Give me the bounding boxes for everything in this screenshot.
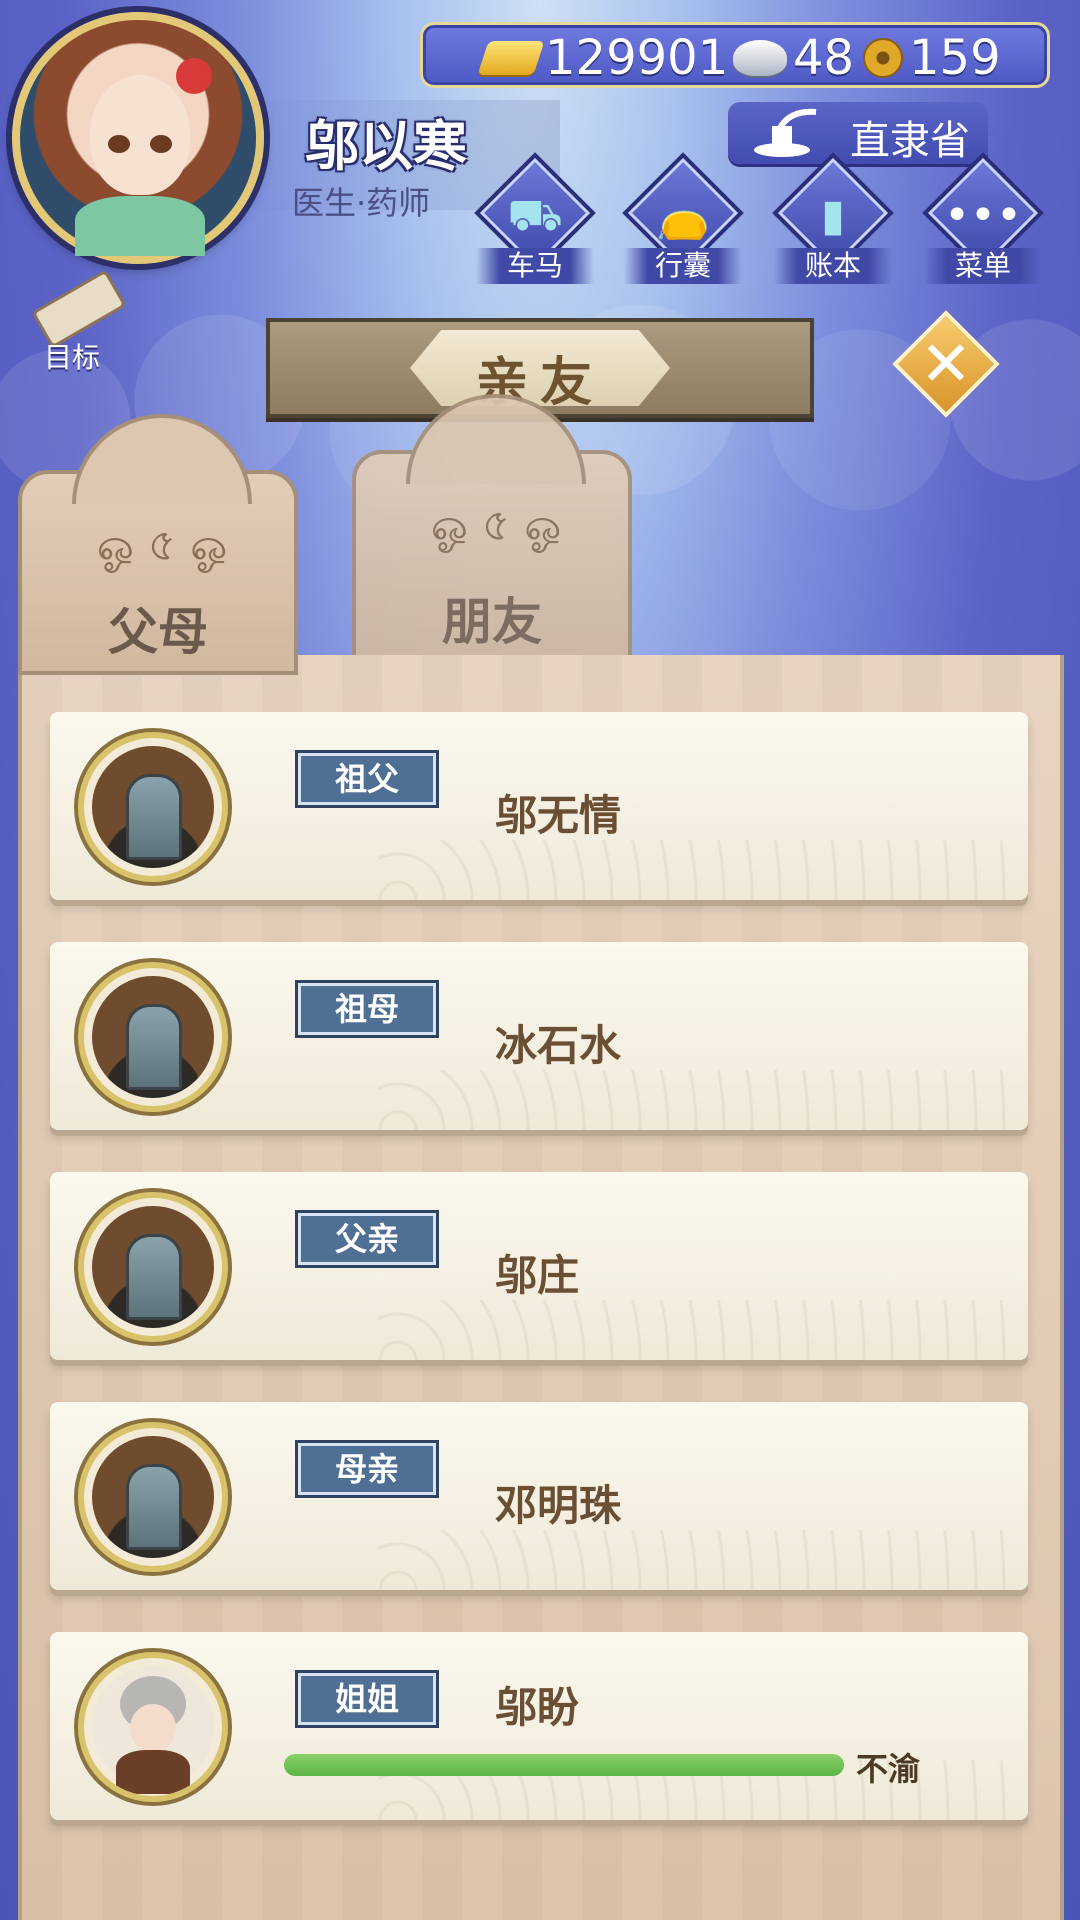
- relative-card[interactable]: 母亲 邓明珠: [50, 1402, 1028, 1590]
- relative-card[interactable]: 姐姐 邬盼 不渝: [50, 1632, 1028, 1820]
- player-profession: 医生·药师: [292, 184, 431, 222]
- relative-card[interactable]: 祖父 邬无情: [50, 712, 1028, 900]
- tombstone-icon: [92, 1206, 214, 1328]
- relative-name: 邬无情: [495, 791, 622, 840]
- bag-button[interactable]: 👝 行囊: [618, 152, 744, 290]
- ledger-button[interactable]: ▮ 账本: [768, 152, 894, 290]
- tab-friends-label: 朋友: [442, 593, 542, 651]
- carriage-label: 车马: [476, 248, 594, 284]
- relative-portrait: [78, 1192, 228, 1342]
- tab-parents[interactable]: ஓ ৫ ஓ 父母: [18, 414, 298, 675]
- carriage-button[interactable]: ⛟ 车马: [470, 152, 596, 290]
- relative-portrait: [78, 1422, 228, 1572]
- menu-button[interactable]: ••• 菜单: [918, 152, 1044, 290]
- silver-amount: 48: [793, 30, 855, 86]
- relative-portrait: [78, 962, 228, 1112]
- title-banner: 亲友: [266, 318, 814, 418]
- tab-friends[interactable]: ஓ ৫ ஓ 朋友: [352, 394, 632, 665]
- copper-coin-icon: [863, 38, 903, 78]
- relative-card[interactable]: 祖母 冰石水: [50, 942, 1028, 1130]
- relation-badge: 母亲: [295, 1440, 439, 1498]
- relative-name: 邬庄: [495, 1251, 580, 1300]
- more-icon: •••: [944, 190, 1022, 241]
- avatar-body: [75, 196, 205, 256]
- tombstone-icon: [92, 1436, 214, 1558]
- player-avatar[interactable]: [12, 12, 264, 264]
- ledger-label: 账本: [774, 248, 892, 284]
- ledger-icon: ▮: [820, 190, 846, 241]
- seal-stamp-icon: [754, 108, 817, 157]
- gold-ingot-icon: [477, 41, 545, 75]
- bag-label: 行囊: [624, 248, 742, 284]
- coin-amount: 159: [909, 30, 1001, 86]
- tab-parents-label: 父母: [108, 603, 208, 661]
- wave-decoration: [378, 1300, 1018, 1360]
- favor-bar-fill: [284, 1754, 844, 1776]
- relative-name: 邓明珠: [495, 1481, 622, 1530]
- relative-name: 冰石水: [495, 1021, 622, 1070]
- goal-button[interactable]: 目标: [18, 269, 128, 374]
- coin-currency: 159: [863, 30, 1001, 86]
- tombstone-icon: [92, 746, 214, 868]
- wave-decoration: [378, 840, 1018, 900]
- silver-currency: 48: [733, 30, 855, 86]
- cloud-swirl-icon: ஓ ৫ ஓ: [96, 520, 228, 571]
- favor-bar: [284, 1754, 844, 1776]
- relative-card[interactable]: 父亲 邬庄: [50, 1172, 1028, 1360]
- location-label: 直隶省: [850, 118, 970, 164]
- elder-portrait-icon: [92, 1666, 214, 1794]
- cloud-swirl-icon: ஓ ৫ ஓ: [430, 500, 562, 551]
- relative-portrait: [78, 1652, 228, 1802]
- player-name: 邬以寒: [305, 115, 467, 178]
- favor-status: 不渝: [856, 1750, 921, 1788]
- avatar-face: [90, 75, 190, 195]
- relation-badge: 祖父: [295, 750, 439, 808]
- carriage-icon: ⛟: [507, 190, 563, 241]
- relative-name: 邬盼: [495, 1683, 580, 1732]
- avatar-eye: [108, 135, 130, 153]
- close-icon[interactable]: ✕: [904, 324, 988, 404]
- goal-label: 目标: [44, 341, 101, 374]
- relation-badge: 祖母: [295, 980, 439, 1038]
- location-button[interactable]: 直隶省: [728, 102, 988, 164]
- hair-flower-icon: [176, 58, 212, 94]
- gold-amount: 129901: [545, 30, 729, 86]
- wave-decoration: [378, 1530, 1018, 1590]
- wave-decoration: [378, 1070, 1018, 1130]
- relation-badge: 父亲: [295, 1210, 439, 1268]
- relative-portrait: [78, 732, 228, 882]
- page-title: 亲友: [475, 353, 604, 413]
- gold-currency: 129901: [477, 30, 729, 86]
- bag-icon: 👝: [655, 191, 711, 242]
- silver-ingot-icon: [733, 40, 787, 76]
- relation-badge: 姐姐: [295, 1670, 439, 1728]
- tombstone-icon: [92, 976, 214, 1098]
- menu-label: 菜单: [924, 248, 1042, 284]
- avatar-eye: [150, 135, 172, 153]
- currency-bar: 129901 48 159: [420, 22, 1050, 88]
